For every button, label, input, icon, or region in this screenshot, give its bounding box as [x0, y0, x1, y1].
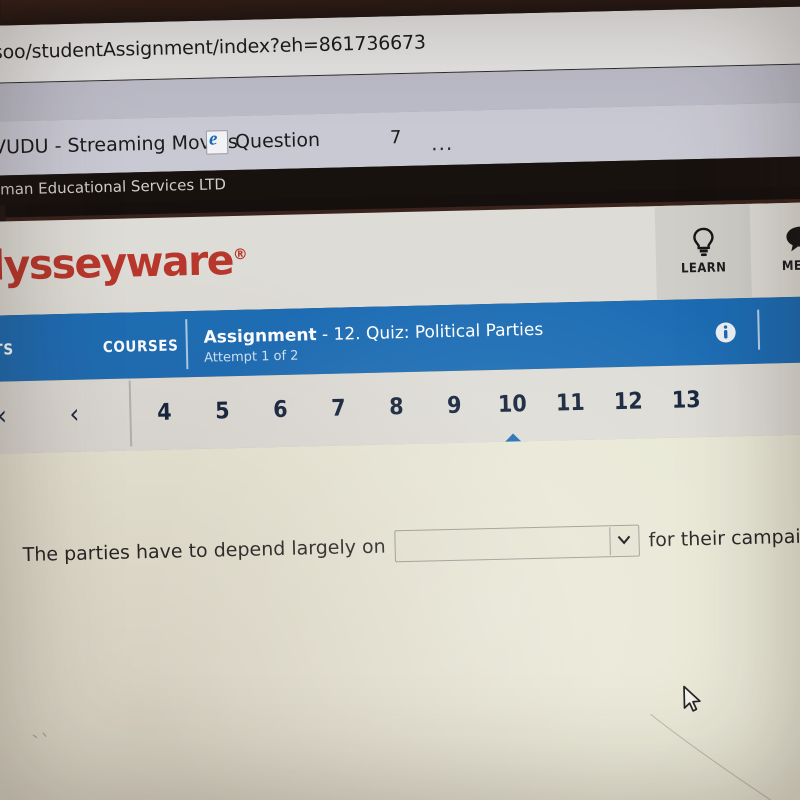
pagination-page-8[interactable]: 8: [374, 372, 420, 443]
nav-bar-divider-right: [757, 309, 761, 350]
bookmark-vudu[interactable]: VUDU - Streaming Movies: [0, 131, 238, 159]
info-circle-icon[interactable]: [714, 321, 737, 349]
question-text-before: The parties have to depend largely on: [22, 535, 386, 567]
assignment-attempt: Attempt 1 of 2: [203, 348, 299, 366]
chevron-down-icon[interactable]: [609, 526, 638, 556]
speech-bubble-icon: [752, 224, 800, 256]
pagination-prev-icon[interactable]: ‹: [44, 379, 106, 450]
nav-bar-divider: [185, 319, 189, 370]
pagination-page-4[interactable]: 4: [142, 377, 188, 448]
nav-tab-courses[interactable]: COURSES: [103, 336, 179, 356]
mouse-cursor: [682, 685, 705, 721]
assignment-heading: Assignment - 12. Quiz: Political Parties: [203, 320, 543, 348]
header-learn-button[interactable]: LEARN: [654, 203, 752, 301]
bookmark-seven[interactable]: 7: [390, 127, 402, 148]
bookmark-question[interactable]: Question: [235, 129, 320, 153]
logo-registered-mark: ®: [232, 245, 248, 264]
site-title-text: lsman Educational Services LTD: [0, 175, 227, 199]
pagination-page-11[interactable]: 11: [547, 368, 593, 439]
header-learn-label: LEARN: [680, 260, 727, 277]
pagination-page-9[interactable]: 9: [432, 370, 478, 441]
pagination-page-10[interactable]: 10: [490, 369, 536, 440]
header-messages-label: MESS: [781, 258, 800, 275]
pagination-page-5[interactable]: 5: [200, 376, 246, 447]
pagination-page-12[interactable]: 12: [605, 366, 651, 437]
internet-explorer-icon: [205, 130, 229, 155]
odysseyware-logo[interactable]: dysseyware®: [0, 236, 248, 290]
assignment-label: Assignment: [203, 325, 317, 348]
bookmarks-overflow-icon[interactable]: ...: [431, 131, 454, 156]
monitor-screen: soo/studentAssignment/index?eh=861736673…: [0, 5, 800, 800]
question-content-area: The parties have to depend largely on fo…: [0, 433, 800, 800]
nav-tab-assignments[interactable]: NMENTS: [0, 340, 14, 360]
question-text-after: for their campaign funding.: [648, 523, 800, 552]
pagination-page-7[interactable]: 7: [316, 373, 362, 444]
header-messages-button[interactable]: MESS: [751, 201, 800, 298]
url-text[interactable]: soo/studentAssignment/index?eh=861736673: [0, 31, 426, 63]
photo-of-monitor: soo/studentAssignment/index?eh=861736673…: [0, 0, 800, 800]
logo-text: dysseyware: [0, 236, 234, 291]
pagination-page-6[interactable]: 6: [258, 374, 304, 445]
pagination-page-13[interactable]: 13: [663, 365, 709, 436]
assignment-title: - 12. Quiz: Political Parties: [316, 319, 544, 346]
lightbulb-icon: [655, 226, 751, 258]
pagination-first-icon[interactable]: «: [0, 381, 30, 452]
question-row: The parties have to depend largely on fo…: [22, 518, 800, 571]
pagination-divider: [128, 380, 132, 447]
answer-dropdown[interactable]: [394, 524, 640, 563]
